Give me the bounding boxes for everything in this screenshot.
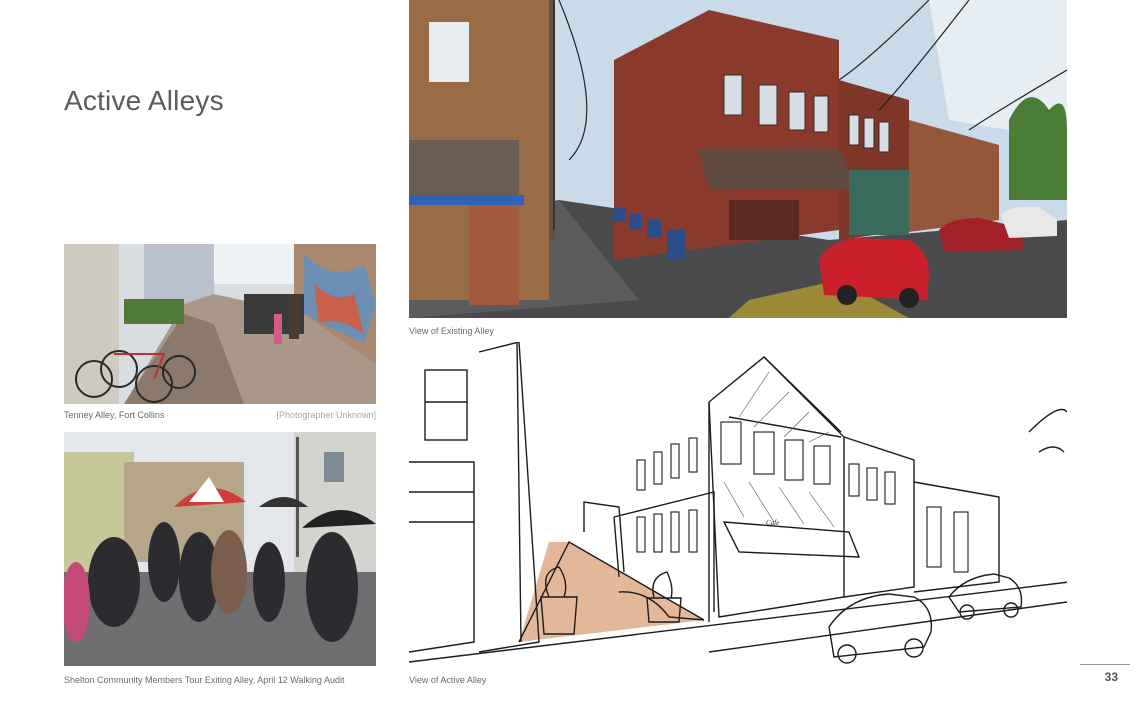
shelton-tour-photo xyxy=(64,432,376,666)
existing-alley-caption: View of Existing Alley xyxy=(409,326,494,336)
page-number: 33 xyxy=(1104,670,1118,684)
page-title: Active Alleys xyxy=(64,84,224,116)
photographer-credit: [Photographer Unknown] xyxy=(276,410,376,420)
shelton-tour-caption: Shelton Community Members Tour Exiting A… xyxy=(64,675,345,685)
tenney-alley-photo xyxy=(64,244,376,404)
active-alley-sketch: Cafe xyxy=(409,342,1067,666)
page-number-rule xyxy=(1080,664,1130,665)
cafe-sign-text: Cafe xyxy=(766,519,779,527)
tenney-alley-caption: Tenney Alley, Fort Collins xyxy=(64,410,165,420)
existing-alley-photo xyxy=(409,0,1067,318)
active-alley-caption: View of Active Alley xyxy=(409,675,487,685)
